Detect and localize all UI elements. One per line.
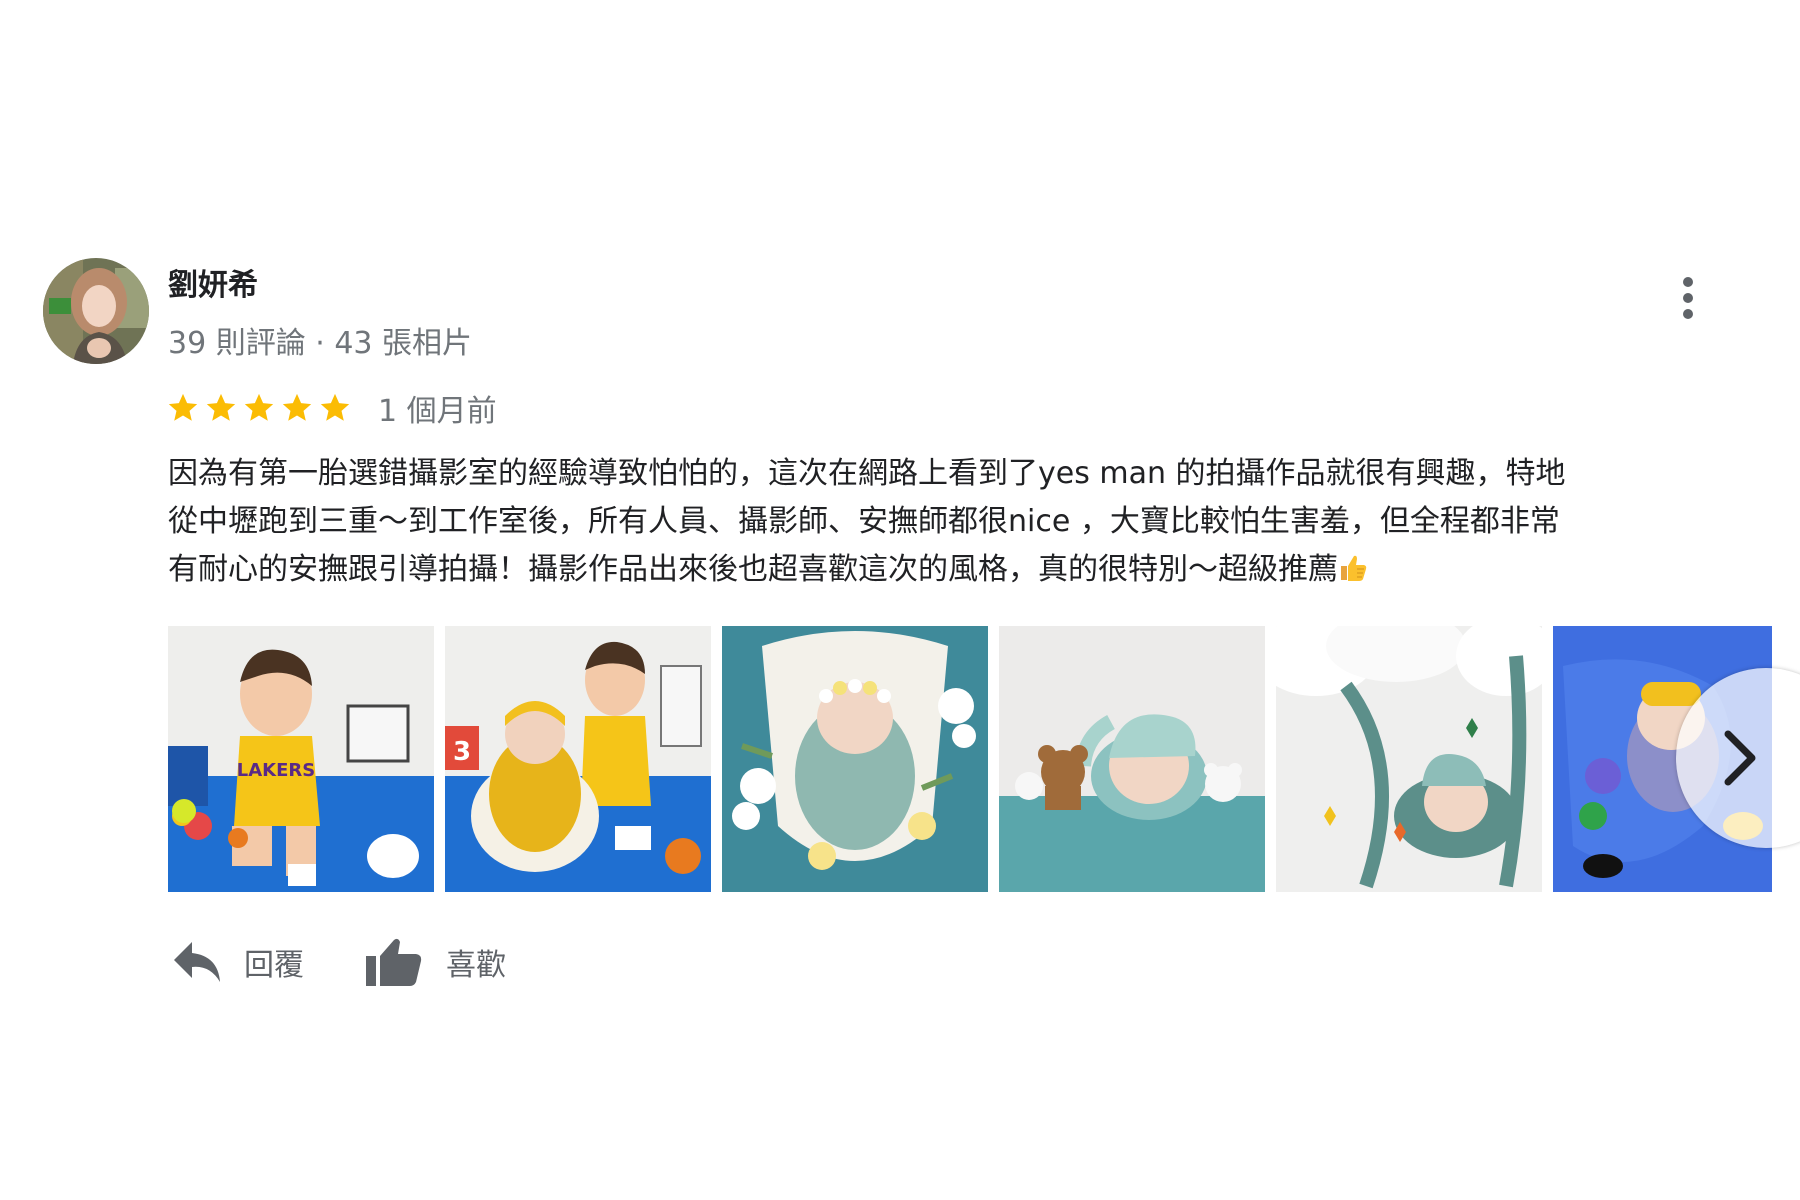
review-text: 因為有第一胎選錯攝影室的經驗導致怕怕的，這次在網路上看到了yes man 的拍攝… <box>168 450 1768 594</box>
reply-icon <box>174 942 220 982</box>
photo-strip: LAKERS 3 <box>168 626 1772 892</box>
reviewer-avatar[interactable] <box>43 258 149 364</box>
svg-text:LAKERS: LAKERS <box>237 760 315 781</box>
reviewer-name[interactable]: 劉妍希 <box>168 260 258 304</box>
review-photo-1[interactable]: LAKERS <box>168 626 434 892</box>
review-text-line: 因為有第一胎選錯攝影室的經驗導致怕怕的，這次在網路上看到了yes man 的拍攝… <box>168 456 1566 491</box>
rating-row: 1 個月前 <box>166 388 497 429</box>
review-photo-2[interactable]: 3 <box>445 626 711 892</box>
thumbs-up-emoji-icon <box>1341 555 1367 581</box>
reviewer-stats[interactable]: 39 則評論 · 43 張相片 <box>168 318 472 362</box>
star-rating <box>166 391 356 425</box>
review-text-line-content: 有耐心的安撫跟引導拍攝！攝影作品出來後也超喜歡這次的風格，真的很特別～超級推薦 <box>168 552 1338 587</box>
star-icon <box>320 393 350 421</box>
more-vert-icon-dot <box>1683 293 1693 303</box>
star-icon <box>168 393 198 421</box>
more-vert-icon-dot <box>1683 309 1693 319</box>
chevron-right-icon <box>1724 730 1756 786</box>
review-text-line: 從中壢跑到三重～到工作室後，所有人員、攝影師、安撫師都很nice ，大寶比較怕生… <box>168 504 1560 539</box>
svg-text:3: 3 <box>453 737 471 767</box>
review-photo-3[interactable] <box>722 626 988 892</box>
thumb-up-icon <box>366 938 422 986</box>
reply-button[interactable]: 回覆 <box>172 940 304 984</box>
like-label: 喜歡 <box>446 948 506 983</box>
review-photo-5[interactable] <box>1276 626 1542 892</box>
review-time: 1 個月前 <box>378 394 497 429</box>
review-card: 劉妍希 39 則評論 · 43 張相片 1 個月前 因為有第一胎選錯攝影室的經驗… <box>0 0 1800 1200</box>
star-icon <box>244 393 274 421</box>
more-options-button[interactable] <box>1664 268 1712 328</box>
review-actions: 回覆 喜歡 <box>172 936 506 988</box>
star-icon <box>282 393 312 421</box>
more-vert-icon <box>1683 277 1693 287</box>
star-icon <box>206 393 236 421</box>
review-text-line: 有耐心的安撫跟引導拍攝！攝影作品出來後也超喜歡這次的風格，真的很特別～超級推薦 <box>168 546 1768 594</box>
review-photo-4[interactable] <box>999 626 1265 892</box>
like-button[interactable]: 喜歡 <box>364 936 506 988</box>
reply-label: 回覆 <box>244 948 304 983</box>
